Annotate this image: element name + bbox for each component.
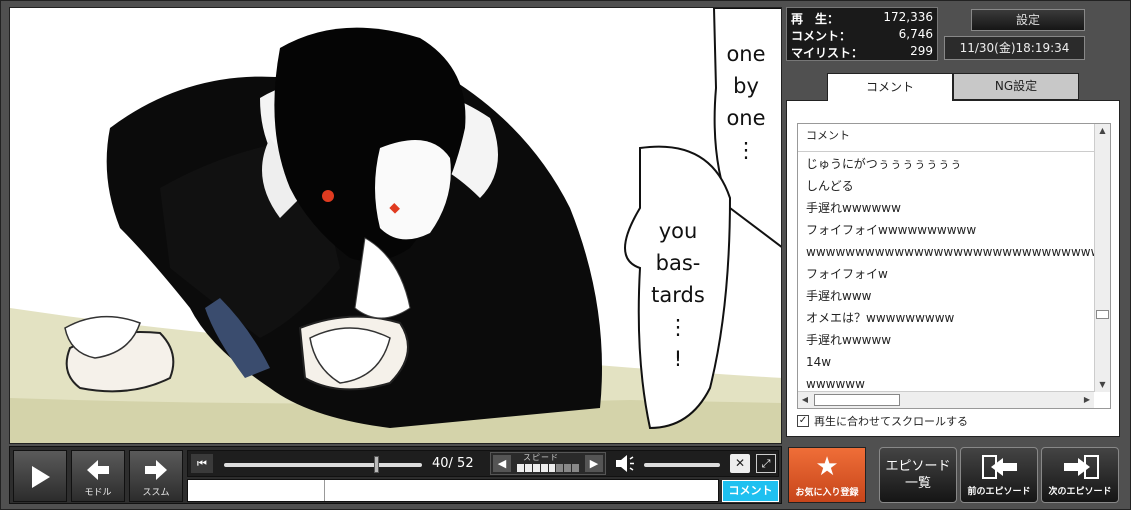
speed-segment [517, 464, 524, 472]
settings-button[interactable]: 設定 [971, 9, 1085, 31]
prev-episode-button[interactable]: 前のエピソード [960, 447, 1038, 503]
star-icon: ★ [815, 452, 839, 482]
manga-viewer-app: one by one ⋮ you bas- tards ⋮ ! モドル ススム … [0, 0, 1131, 510]
back-page-button[interactable]: モドル [71, 450, 125, 502]
views-count: 172,336 [883, 10, 933, 24]
prev-episode-label: 前のエピソード [967, 487, 1031, 497]
next-page-button[interactable]: ススム [129, 450, 183, 502]
autoscroll-option[interactable]: ✓ 再生に合わせてスクロールする [797, 413, 968, 429]
vertical-scrollbar[interactable]: ▲ ▼ [1094, 124, 1110, 392]
tab-comment[interactable]: コメント [827, 73, 953, 101]
add-favorite-button[interactable]: ★ お気に入り登録 [788, 447, 866, 503]
views-label: 再 生： [791, 12, 840, 26]
comment-row[interactable]: オメエは？wwwwwwwww [798, 307, 1094, 329]
next-episode-label: 次のエピソード [1048, 487, 1112, 497]
speed-down-icon[interactable]: ◀ [493, 455, 511, 472]
volume-slider[interactable] [644, 463, 720, 467]
comment-rows: じゅうにがつぅぅぅぅぅぅぅ しんどる 手遅れwwwwww フォイフォイwwwwwwww… [798, 153, 1094, 391]
favorite-label: お気に入り登録 [795, 488, 859, 498]
bubble1-line: one [726, 42, 766, 66]
comments-count: 6,746 [898, 27, 933, 41]
mylist-count: 299 [910, 44, 933, 58]
speed-segment [540, 464, 548, 472]
comment-toggle-icon[interactable]: ✕ [730, 454, 750, 473]
comment-row[interactable]: 14w [798, 351, 1094, 373]
speed-segment [524, 464, 532, 472]
stat-comments: コメント： 6,746 [791, 27, 933, 43]
comment-panel: コメント じゅうにがつぅぅぅぅぅぅぅ しんどる 手遅れwwwwww フォイフォイwww… [786, 100, 1120, 437]
bubble2-line: you [658, 219, 698, 243]
horizontal-scroll-thumb[interactable] [814, 394, 900, 406]
bubble2-line: bas- [655, 251, 701, 275]
comment-input-row [187, 479, 719, 502]
comment-row[interactable]: 手遅れwwwwww [798, 197, 1094, 219]
arrow-left-icon [87, 460, 109, 480]
comment-row[interactable]: wwwwww [798, 373, 1094, 391]
scroll-up-icon[interactable]: ▲ [1095, 124, 1110, 138]
back-label: モドル [84, 488, 112, 498]
arrow-right-icon [145, 460, 167, 480]
bubble2-line: ⋮ [667, 315, 689, 339]
comment-row[interactable]: しんどる [798, 175, 1094, 197]
skip-to-start-icon[interactable]: ⏮ [191, 454, 213, 473]
play-button[interactable] [13, 450, 67, 502]
mylist-label: マイリスト： [791, 46, 864, 60]
stat-mylist: マイリスト： 299 [791, 44, 933, 60]
speech-bubble-2: you bas- tards ⋮ ! [643, 215, 713, 375]
scroll-down-icon[interactable]: ▼ [1095, 378, 1110, 392]
episode-list-button[interactable]: エピソード 一覧 [879, 447, 957, 503]
speed-up-icon[interactable]: ▶ [585, 455, 603, 472]
comment-submit-button[interactable]: コメント [722, 480, 779, 502]
comment-list-header[interactable]: コメント [798, 124, 1094, 152]
comment-row[interactable]: wwwwwwwwwwwwwwwwwwwwwwwwwwwwww [798, 241, 1094, 263]
next-label: ススム [142, 488, 170, 498]
seek-thumb[interactable] [374, 456, 380, 473]
next-episode-button[interactable]: 次のエピソード [1041, 447, 1119, 503]
comment-row[interactable]: 手遅れwwwww [798, 329, 1094, 351]
bubble2-line: ! [673, 347, 683, 371]
comment-row[interactable]: フォイフォイwwwwwwwwww [798, 219, 1094, 241]
player-controls: モドル ススム ⏮ 40/ 52 ◀ スピード ▶ ✕ ⤢ コメント [9, 446, 782, 504]
speed-segment [572, 464, 579, 472]
autoscroll-label: 再生に合わせてスクロールする [814, 415, 968, 428]
command-input[interactable] [188, 480, 325, 501]
horizontal-scrollbar[interactable]: ◀ ▶ [798, 391, 1094, 408]
speed-segment [548, 464, 556, 472]
bubble2-line: tards [651, 283, 705, 307]
speed-segment [532, 464, 540, 472]
speed-control: ◀ スピード ▶ [490, 452, 606, 475]
prev-episode-icon [982, 455, 1017, 479]
scroll-left-icon[interactable]: ◀ [798, 392, 812, 408]
datetime-display: 11/30(金)18:19:34 [944, 36, 1085, 60]
comment-row[interactable]: 手遅れwww [798, 285, 1094, 307]
play-icon [32, 466, 50, 488]
next-episode-icon [1064, 455, 1099, 479]
comment-row[interactable]: じゅうにがつぅぅぅぅぅぅぅ [798, 153, 1094, 175]
scroll-right-icon[interactable]: ▶ [1080, 392, 1094, 408]
seek-row: ⏮ 40/ 52 ◀ スピード ▶ ✕ ⤢ [187, 450, 779, 477]
seek-bar[interactable] [224, 463, 422, 467]
comment-list[interactable]: コメント じゅうにがつぅぅぅぅぅぅぅ しんどる 手遅れwwwwww フォイフォイwww… [797, 123, 1111, 409]
speed-label: スピード [523, 453, 559, 462]
episode-list-label: エピソード 一覧 [885, 459, 951, 491]
tab-ng-settings[interactable]: NG設定 [953, 73, 1079, 100]
vertical-scroll-thumb[interactable] [1096, 310, 1109, 319]
fullscreen-icon[interactable]: ⤢ [756, 454, 776, 473]
bubble1-line: ⋮ [735, 138, 757, 162]
comment-input[interactable] [326, 480, 718, 501]
autoscroll-checkbox[interactable]: ✓ [797, 415, 809, 427]
volume-icon[interactable] [614, 454, 636, 473]
speed-segment [564, 464, 572, 472]
manga-page-viewer[interactable]: one by one ⋮ you bas- tards ⋮ ! [9, 7, 782, 444]
stat-views: 再 生： 172,336 [791, 10, 933, 26]
speed-level-bar[interactable] [517, 464, 579, 472]
comments-label: コメント： [791, 29, 852, 43]
bubble1-line: one [726, 106, 766, 130]
comment-row[interactable]: フォイフォイw [798, 263, 1094, 285]
speech-bubble-1: one by one ⋮ [717, 38, 775, 166]
stats-panel: 再 生： 172,336 コメント： 6,746 マイリスト： 299 [786, 7, 938, 61]
speed-segment [556, 464, 564, 472]
bubble1-line: by [733, 74, 759, 98]
page-counter: 40/ 52 [432, 456, 474, 471]
